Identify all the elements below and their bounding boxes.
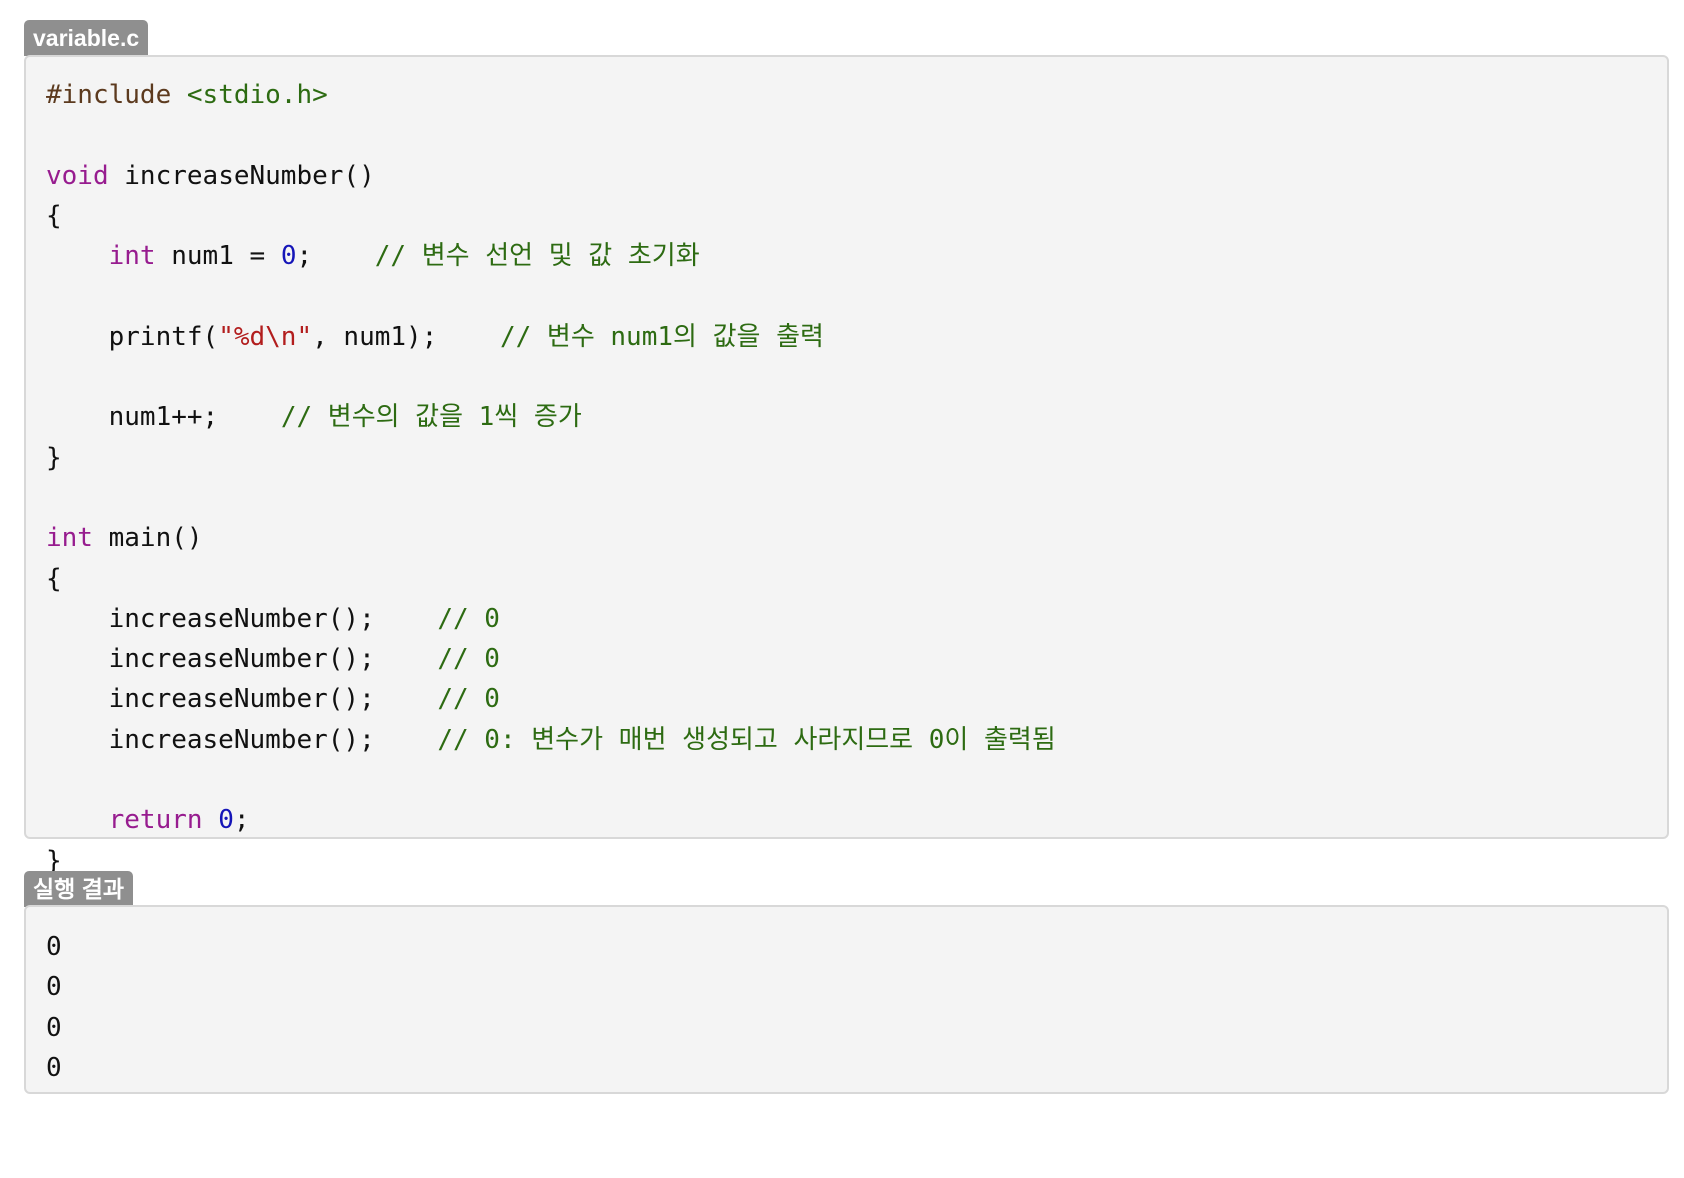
code-line: increaseNumber(); // 0: 변수가 매번 생성되고 사라지므… [46,724,1056,755]
source-code: #include <stdio.h> void increaseNumber()… [26,57,1667,881]
code-line: } [46,442,62,473]
output-line: 0 [46,1012,62,1043]
output-text: 0 0 0 0 [26,907,1667,1088]
output-line: 0 [46,972,62,1003]
code-line: int main() [46,523,203,554]
code-line: num1++; // 변수의 값을 1씩 증가 [46,402,582,433]
code-line: { [46,200,62,231]
source-code-panel: #include <stdio.h> void increaseNumber()… [24,55,1669,876]
output-panel: 0 0 0 0 [24,905,1669,1094]
code-line: #include <stdio.h> [46,80,328,110]
code-line: increaseNumber(); // 0 [46,603,500,634]
filename-tab: variable.c [24,20,149,56]
code-line: void increaseNumber() [46,160,375,191]
code-line: return 0; [108,805,250,836]
code-line: increaseNumber(); // 0 [46,644,500,675]
output-line: 0 [46,1052,62,1083]
code-line: increaseNumber(); // 0 [46,684,500,715]
code-line: { [46,563,62,594]
code-line: int num1 = 0; // 변수 선언 및 값 초기화 [108,241,700,272]
output-line: 0 [46,932,62,962]
output-label-tab: 실행 결과 [24,871,134,907]
code-line: printf("%d\n", num1); // 변수 num1의 값을 출력 [46,321,824,352]
